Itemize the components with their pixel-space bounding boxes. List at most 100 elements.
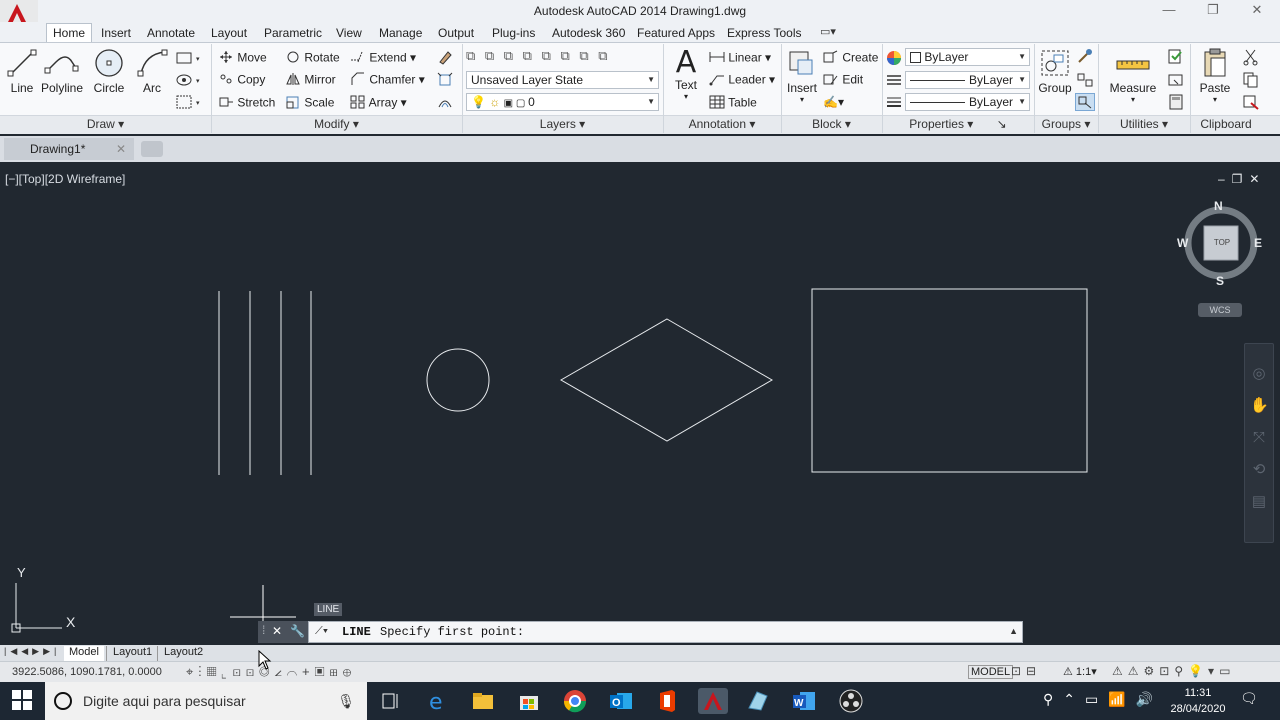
tab-model[interactable]: Model: [64, 646, 104, 661]
compass-east[interactable]: E: [1254, 236, 1262, 250]
workspace-icons[interactable]: ⚠⚠⚙⊡⚲💡▾▭: [1112, 664, 1235, 678]
zoom-icon[interactable]: ⤧: [1250, 422, 1268, 454]
mirror-button[interactable]: Mirror: [285, 72, 336, 89]
new-tab-icon[interactable]: [141, 141, 163, 157]
windows-start-icon[interactable]: [12, 690, 32, 713]
copy-clip-icon[interactable]: [1241, 71, 1261, 89]
drawn-rectangle[interactable]: [811, 288, 1088, 473]
drawing-canvas[interactable]: [0, 165, 1280, 645]
system-tray-icons[interactable]: ⚲⌃▭📶🔊: [1043, 691, 1163, 708]
outlook-icon[interactable]: O: [608, 688, 634, 714]
tab-layout1[interactable]: Layout1: [106, 646, 158, 661]
rotate-button[interactable]: Rotate: [285, 50, 340, 67]
calculator-icon[interactable]: [1166, 93, 1186, 111]
taskbar-clock[interactable]: 11:31 28/04/2020: [1160, 685, 1236, 717]
taskbar-search-box[interactable]: Digite aqui para pesquisar 🎙: [45, 682, 367, 720]
tab-manage[interactable]: Manage: [373, 24, 428, 42]
leader-button[interactable]: Leader ▾: [709, 72, 775, 89]
viewcube-top-face[interactable]: TOP: [1206, 238, 1238, 247]
layer-state-select[interactable]: Unsaved Layer State ▼: [466, 71, 659, 89]
boundary-tool-icon[interactable]: ▾: [174, 93, 204, 111]
drawing-viewport[interactable]: [0, 165, 1280, 645]
group-selection-toggle-icon[interactable]: [1075, 93, 1095, 111]
measure-button[interactable]: Measure ▾: [1107, 48, 1159, 104]
scale-button[interactable]: Scale: [285, 95, 334, 112]
hatch-tool-icon[interactable]: ▾: [174, 71, 204, 89]
tab-plugins[interactable]: Plug-ins: [486, 24, 541, 42]
office-icon[interactable]: [654, 688, 680, 714]
panel-label-draw[interactable]: Draw ▾: [0, 117, 211, 131]
tab-layout2[interactable]: Layout2: [157, 646, 209, 661]
color-select[interactable]: ByLayer ▼: [905, 48, 1030, 66]
model-space-toggle[interactable]: MODEL: [968, 665, 1014, 679]
showmotion-icon[interactable]: ▤: [1250, 486, 1268, 518]
line-button[interactable]: Line: [4, 48, 40, 95]
panel-label-modify[interactable]: Modify ▾: [211, 117, 462, 131]
color-wheel-icon[interactable]: [886, 50, 902, 66]
tab-output[interactable]: Output: [432, 24, 480, 42]
cut-icon[interactable]: [1241, 48, 1261, 66]
arc-button[interactable]: Arc: [134, 48, 170, 95]
edit-attributes-icon[interactable]: ✍▾: [823, 95, 844, 109]
wcs-menu[interactable]: WCS: [1198, 303, 1242, 317]
panel-label-utilities[interactable]: Utilities ▾: [1098, 117, 1190, 131]
close-tab-icon[interactable]: ✕: [116, 138, 126, 160]
annotation-scale[interactable]: ⚠ 1:1▾: [1063, 665, 1097, 678]
tab-annotate[interactable]: Annotate: [141, 24, 201, 42]
edge-icon[interactable]: e: [425, 688, 451, 715]
microphone-icon[interactable]: 🎙: [337, 682, 355, 720]
match-properties-icon[interactable]: [1241, 93, 1261, 111]
group-button[interactable]: Group: [1037, 48, 1073, 95]
word-icon[interactable]: W: [791, 688, 817, 714]
circle-button[interactable]: Circle: [90, 48, 128, 95]
close-command-icon[interactable]: ✕: [272, 624, 282, 638]
panel-label-layers[interactable]: Layers ▾: [462, 117, 663, 131]
copy-button[interactable]: Copy: [218, 72, 265, 89]
quick-select-icon[interactable]: [1166, 48, 1186, 66]
paste-button[interactable]: Paste ▾: [1195, 48, 1235, 104]
store-icon[interactable]: [516, 688, 542, 714]
compass-south[interactable]: S: [1216, 274, 1224, 288]
group-edit-icon[interactable]: [1075, 71, 1095, 89]
linetype-select[interactable]: ByLayer ▼: [905, 71, 1030, 89]
panel-label-annotation[interactable]: Annotation ▾: [663, 117, 781, 131]
tab-view[interactable]: View: [330, 24, 368, 42]
move-button[interactable]: Move: [218, 50, 267, 67]
customize-wrench-icon[interactable]: 🔧: [290, 624, 305, 638]
tab-layout[interactable]: Layout: [205, 24, 253, 42]
offset-icon[interactable]: [436, 93, 454, 111]
explode-icon[interactable]: [436, 71, 454, 89]
file-tab-drawing1[interactable]: Drawing1* ✕: [4, 138, 134, 160]
tab-home[interactable]: Home: [46, 23, 93, 43]
chrome-icon[interactable]: [562, 688, 588, 714]
layer-tools-icons[interactable]: ⧉ ⧉ ⧉ ⧉ ⧉ ⧉ ⧉ ⧉: [466, 48, 658, 68]
quick-view-icons[interactable]: ⊡⊟: [1011, 664, 1041, 678]
viewport-controls-label[interactable]: [−][Top][2D Wireframe]: [5, 172, 125, 186]
panel-label-clipboard[interactable]: Clipboard: [1190, 117, 1262, 131]
panel-label-groups[interactable]: Groups ▾: [1034, 117, 1098, 131]
tab-featured-apps[interactable]: Featured Apps: [631, 24, 721, 42]
drawn-diamond[interactable]: [559, 318, 773, 442]
rectangle-tool-icon[interactable]: ▾: [174, 49, 204, 67]
grip-icon[interactable]: ⁞: [262, 623, 265, 637]
command-history-icon[interactable]: ▲: [1009, 626, 1018, 636]
restore-button[interactable]: ❐: [1202, 2, 1224, 20]
autocad-taskbar-icon[interactable]: [698, 688, 728, 714]
linetype-icon[interactable]: [886, 73, 902, 87]
erase-icon[interactable]: [436, 48, 454, 66]
text-button[interactable]: A Text ▾: [668, 48, 704, 102]
orbit-icon[interactable]: ⟲: [1250, 454, 1268, 486]
linear-dimension-button[interactable]: Linear ▾: [709, 50, 771, 67]
table-button[interactable]: Table: [709, 95, 757, 112]
compass-north[interactable]: N: [1214, 199, 1223, 213]
file-explorer-icon[interactable]: [470, 688, 496, 714]
obs-icon[interactable]: [838, 688, 864, 714]
ribbon-minimize-icon[interactable]: ▭▾: [820, 25, 836, 38]
pan-icon[interactable]: ✋: [1250, 390, 1269, 422]
panel-label-block[interactable]: Block ▾: [781, 117, 882, 131]
coordinate-readout[interactable]: 3922.5086, 1090.1781, 0.0000: [12, 666, 162, 678]
panel-label-properties[interactable]: Properties ▾ ↘: [882, 117, 1034, 131]
stretch-button[interactable]: Stretch: [218, 95, 275, 112]
edit-block-button[interactable]: Edit: [823, 72, 863, 89]
create-block-button[interactable]: Create: [823, 50, 878, 67]
